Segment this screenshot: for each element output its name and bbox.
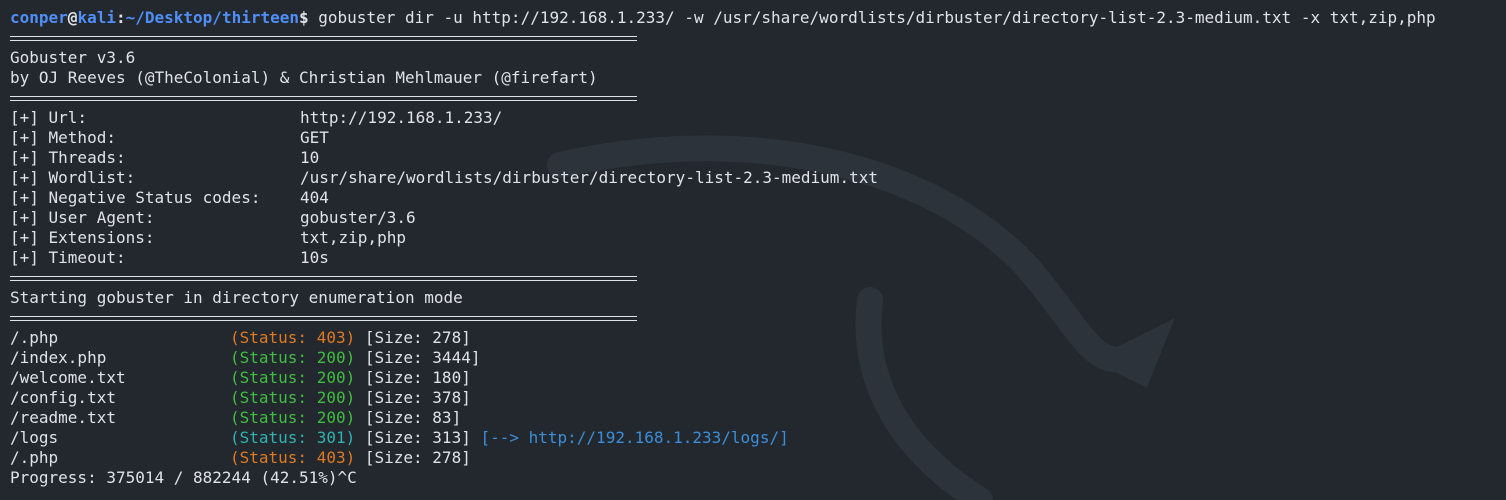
- result-path: /welcome.txt: [10, 368, 126, 387]
- result-row: /readme.txt (Status: 200) [Size: 83]: [10, 408, 1496, 428]
- option-label: [+] Timeout:: [10, 248, 126, 267]
- result-path: /readme.txt: [10, 408, 116, 427]
- result-row: /index.php (Status: 200) [Size: 3444]: [10, 348, 1496, 368]
- separator: [10, 268, 1496, 288]
- result-row: /welcome.txt (Status: 200) [Size: 180]: [10, 368, 1496, 388]
- prompt-at: @: [67, 8, 78, 27]
- option-value: /usr/share/wordlists/dirbuster/directory…: [300, 168, 878, 187]
- option-row: [+] Negative Status codes: 404: [10, 188, 1496, 208]
- option-value: GET: [300, 128, 329, 147]
- separator: [10, 308, 1496, 328]
- progress-line: Progress: 375014 / 882244 (42.51%)^C: [10, 468, 357, 487]
- mode-line: Starting gobuster in directory enumerati…: [10, 288, 463, 307]
- redirect-link[interactable]: [--> http://192.168.1.233/logs/]: [471, 428, 788, 447]
- status-code: (Status: 403): [230, 328, 356, 347]
- banner-authors: by OJ Reeves (@TheColonial) & Christian …: [10, 68, 598, 87]
- option-value: 404: [300, 188, 329, 207]
- result-path: /index.php: [10, 348, 107, 367]
- option-label: [+] Threads:: [10, 148, 126, 167]
- prompt-cwd: ~/Desktop/thirteen: [125, 8, 299, 27]
- result-path: /.php: [10, 328, 59, 347]
- command-text: gobuster dir -u http://192.168.1.233/ -w…: [308, 8, 1436, 27]
- status-code: (Status: 200): [230, 368, 356, 387]
- result-size: [Size: 83]: [355, 408, 462, 427]
- option-value: gobuster/3.6: [300, 208, 416, 227]
- result-size: [Size: 180]: [355, 368, 471, 387]
- status-code: (Status: 301): [230, 428, 356, 447]
- option-row: [+] Method: GET: [10, 128, 1496, 148]
- option-row: [+] Threads: 10: [10, 148, 1496, 168]
- result-size: [Size: 278]: [355, 328, 471, 347]
- status-code: (Status: 200): [230, 408, 356, 427]
- option-value: 10: [300, 148, 320, 167]
- option-label: [+] Negative Status codes:: [10, 188, 261, 207]
- status-code: (Status: 200): [230, 348, 356, 367]
- result-size: [Size: 313]: [355, 428, 471, 447]
- separator: [10, 28, 1496, 48]
- option-label: [+] Wordlist:: [10, 168, 136, 187]
- option-row: [+] Timeout: 10s: [10, 248, 1496, 268]
- separator: [10, 88, 1496, 108]
- option-label: [+] Url:: [10, 108, 88, 127]
- result-row: /.php (Status: 403) [Size: 278]: [10, 328, 1496, 348]
- result-size: [Size: 278]: [355, 448, 471, 467]
- result-row: /.php (Status: 403) [Size: 278]: [10, 448, 1496, 468]
- result-size: [Size: 3444]: [355, 348, 481, 367]
- result-path: /.php: [10, 448, 59, 467]
- option-row: [+] Wordlist: /usr/share/wordlists/dirbus…: [10, 168, 1496, 188]
- status-code: (Status: 200): [230, 388, 356, 407]
- result-size: [Size: 378]: [355, 388, 471, 407]
- prompt-host: kali: [77, 8, 116, 27]
- banner-version: Gobuster v3.6: [10, 48, 136, 67]
- result-path: /logs: [10, 428, 59, 447]
- option-row: [+] Url: http://192.168.1.233/: [10, 108, 1496, 128]
- result-row: /config.txt (Status: 200) [Size: 378]: [10, 388, 1496, 408]
- option-label: [+] Method:: [10, 128, 116, 147]
- option-value: http://192.168.1.233/: [300, 108, 503, 127]
- option-value: txt,zip,php: [300, 228, 406, 247]
- option-value: 10s: [300, 248, 329, 267]
- option-row: [+] User Agent: gobuster/3.6: [10, 208, 1496, 228]
- prompt-colon: :: [115, 8, 126, 27]
- result-row: /logs (Status: 301) [Size: 313] [--> http…: [10, 428, 1496, 448]
- option-row: [+] Extensions: txt,zip,php: [10, 228, 1496, 248]
- command-line: conper@kali:~/Desktop/thirteen$ gobuster…: [10, 8, 1496, 28]
- prompt-symbol: $: [299, 8, 309, 27]
- terminal-output: conper@kali:~/Desktop/thirteen$ gobuster…: [10, 8, 1496, 488]
- option-label: [+] Extensions:: [10, 228, 155, 247]
- result-path: /config.txt: [10, 388, 116, 407]
- prompt-user: conper: [10, 8, 68, 27]
- status-code: (Status: 403): [230, 448, 356, 467]
- option-label: [+] User Agent:: [10, 208, 155, 227]
